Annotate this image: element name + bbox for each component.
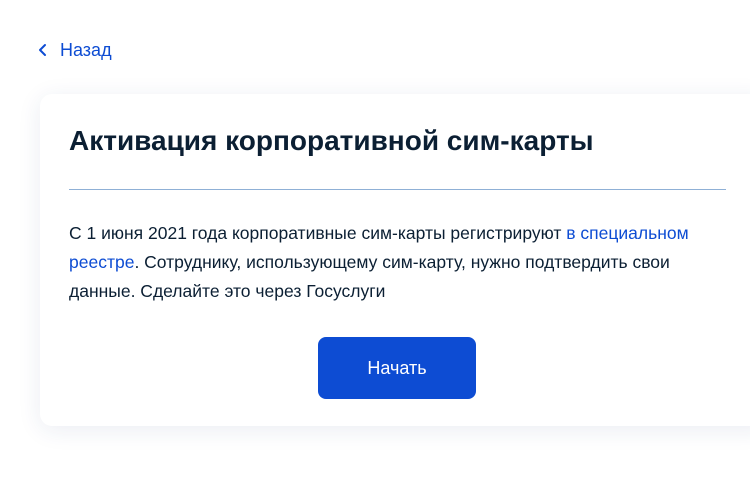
divider: [69, 189, 726, 190]
activation-card: Активация корпоративной сим-карты С 1 ию…: [40, 94, 750, 426]
description-part-1: С 1 июня 2021 года корпоративные сим-кар…: [69, 223, 567, 243]
back-link[interactable]: Назад: [38, 39, 112, 61]
description-part-2: . Сотруднику, использующему сим-карту, н…: [69, 252, 670, 301]
page-title: Активация корпоративной сим-карты: [69, 125, 594, 156]
chevron-left-icon: [38, 42, 48, 58]
start-button[interactable]: Начать: [318, 337, 476, 399]
description-text: С 1 июня 2021 года корпоративные сим-кар…: [69, 219, 709, 306]
back-link-label: Назад: [60, 40, 112, 60]
